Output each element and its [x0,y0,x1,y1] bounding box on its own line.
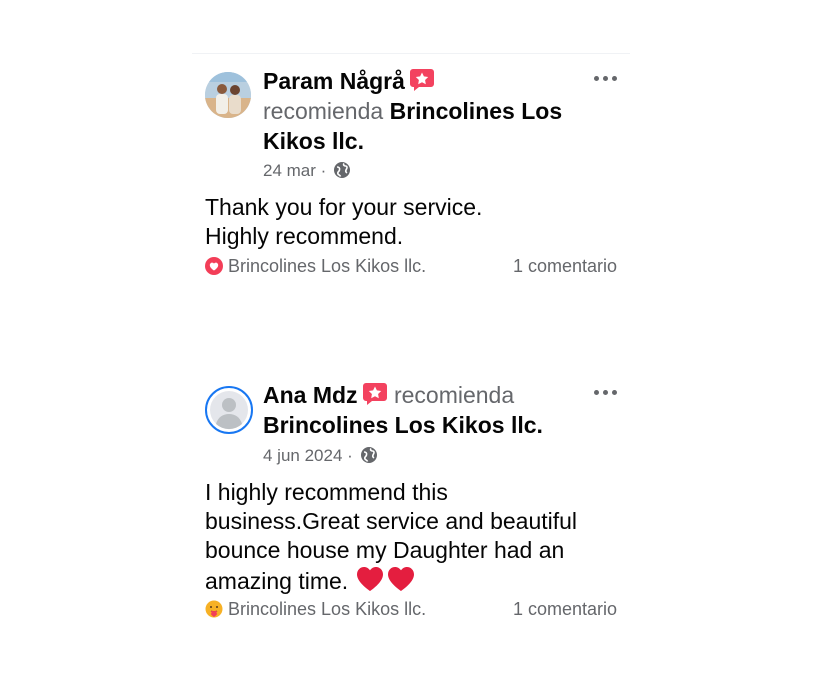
meta-separator: · [320,161,327,180]
recommend-action: recomienda [263,98,384,124]
red-hearts-icon [355,565,417,600]
review-text-line: amazing time. [205,565,625,600]
review-text: Thank you for your service. Highly recom… [205,193,625,251]
author-name[interactable]: Ana Mdz [263,382,358,408]
care-reaction-icon[interactable] [205,600,223,618]
post-date[interactable]: 24 mar [263,161,316,180]
review-footer: Brincolines Los Kikos llc. 1 comentario [205,597,617,621]
top-divider [192,53,630,54]
review-text-line: business.Great service and beautiful [205,508,578,534]
reaction-names[interactable]: Brincolines Los Kikos llc. [228,599,426,619]
meta-separator: · [347,446,353,465]
globe-icon[interactable] [360,446,378,464]
more-options-icon[interactable] [593,384,619,398]
recommend-badge-icon [409,68,435,92]
post-meta: 4 jun 2024 · [263,445,378,467]
reaction-names[interactable]: Brincolines Los Kikos llc. [228,256,426,276]
love-reaction-icon[interactable] [205,257,223,275]
comment-count[interactable]: 1 comentario [513,597,617,621]
globe-icon[interactable] [333,161,351,179]
page-name-link[interactable]: Brincolines Los Kikos llc. [263,412,543,438]
review-text-line: Thank you for your service. [205,194,483,220]
avatar-photo-icon [205,72,251,118]
review-header: Param Någrå recomienda Brincolines Los K… [263,66,593,156]
review-text: I highly recommend this business.Great s… [205,478,625,600]
review-text-line: Highly recommend. [205,223,404,249]
recommend-badge-icon [362,382,388,406]
review-text-line: I highly recommend this [205,479,448,505]
post-meta: 24 mar · [263,160,351,182]
author-avatar[interactable] [205,386,253,434]
default-avatar-icon [210,391,248,430]
review-header: Ana Mdz recomienda Brincolines Los Kikos… [263,380,593,440]
comment-count[interactable]: 1 comentario [513,254,617,278]
author-name[interactable]: Param Någrå [263,68,405,94]
author-avatar[interactable] [205,72,251,118]
recommend-action: recomienda [393,382,515,408]
more-options-icon[interactable] [593,70,619,84]
review-text-line-end: amazing time. [205,568,349,594]
post-date[interactable]: 4 jun 2024 [263,446,342,465]
review-text-line: bounce house my Daughter had an [205,537,565,563]
review-footer: Brincolines Los Kikos llc. 1 comentario [205,254,617,278]
